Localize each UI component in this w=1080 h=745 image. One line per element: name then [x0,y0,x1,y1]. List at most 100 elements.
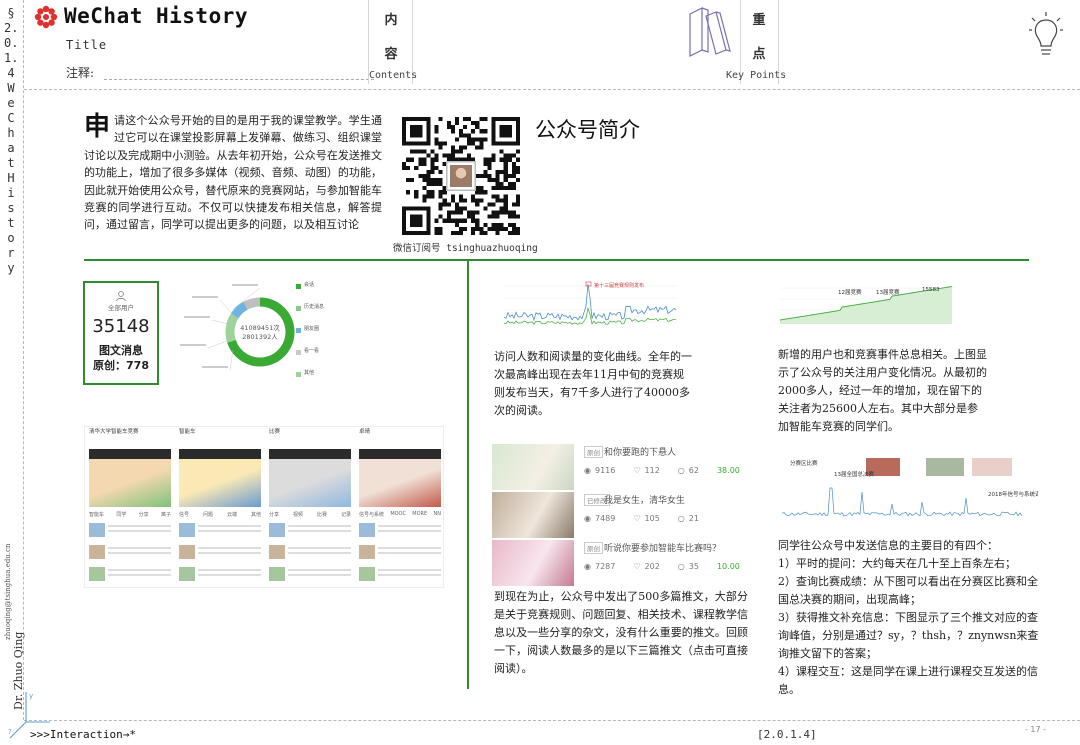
growth-annotation: 15583 [922,287,940,293]
qr-module [458,149,464,154]
menu-screenshot-banner [359,449,441,459]
qr-module [446,202,451,207]
qr-module [511,165,516,170]
qr-module [442,198,447,203]
legend-label: 历史消息 [304,304,325,310]
qr-module [495,210,500,215]
list-item [269,523,351,545]
qr-module [463,117,468,122]
menu-tab: MOOC [390,511,406,517]
qr-module [402,161,407,166]
list-item [179,523,261,545]
qr-module [430,182,435,187]
top-article-link[interactable]: 原创 和你要跑的下悬人 ◉ 9116 ♡ 112 ○ 62 38.00 [492,444,750,490]
qr-module [406,178,411,183]
qr-module [434,226,439,231]
donut-callout-text [202,366,228,368]
qr-module [434,129,439,134]
qr-module [426,178,431,183]
author-vertical: Dr. Zhuo Qing zhuoqing@tsinghua.edu.cn [2,540,25,710]
visit-trend-chart: 第十三届竞赛规则发布 [490,276,680,338]
qr-module [438,194,443,199]
qr-module [458,230,464,235]
qr-module [503,210,508,215]
qr-module [495,222,500,227]
qr-module [450,218,455,223]
qr-module [422,161,427,166]
qr-module [495,178,500,183]
menu-tab: 分享 [269,512,280,518]
event-photo [972,458,1012,476]
qr-module [511,202,516,207]
qr-module [499,149,504,154]
legend-swatch [296,350,301,355]
qr-module [458,210,464,215]
qr-module [442,153,447,158]
article-title[interactable]: 听说你要参加智能车比赛吗？ [604,541,721,554]
qr-module [487,202,492,207]
article-title[interactable]: 和你要跑的下悬人 [604,445,676,458]
footer-separator [24,720,1080,721]
qr-module [414,149,419,154]
qr-code[interactable] [402,117,520,235]
qr-module [458,129,464,134]
menu-screenshot-title: 清华大学智能车竞赛 [89,429,139,435]
list-item [179,567,261,589]
qr-module [454,218,459,223]
top-article-link[interactable]: 已修改 我是女生，清华女生 ◉ 7489 ♡ 105 ○ 21 [492,492,750,538]
qr-module [515,230,520,235]
article-stats: ◉ 9116 ♡ 112 ○ 62 38.00 [584,466,750,475]
interaction-link[interactable]: >>>Interaction→* [30,728,136,741]
list-item [269,567,351,589]
qr-module [450,157,455,162]
qr-module [507,222,512,227]
list-item-thumbnail [269,523,285,537]
qr-module [450,198,455,203]
menu-screenshot-title: 卓晴 [359,429,371,435]
qr-module [454,121,459,126]
menu-screenshot-banner [269,449,351,459]
menu-tab: 视频 [292,512,303,518]
menu-screenshot: 清华大学智能车竞赛 智能车 同学 分享 离子 [85,427,175,587]
qr-module [479,198,484,203]
qr-module [430,190,435,195]
qr-module [434,182,439,187]
menu-screenshot-tabs: 信号与系统 MOOC MORE NN [359,511,441,518]
article-cover-image [492,540,574,586]
menu-tab: 问题 [202,512,213,518]
qr-module [507,173,512,179]
like-icon: ♡ [633,466,641,475]
qr-module [454,206,459,211]
list-item-thumbnail [179,545,195,559]
qr-module [499,182,504,187]
top-article-link[interactable]: 原创 听说你要参加智能车比赛吗？ ◉ 7287 ♡ 202 ○ 35 10.00 [492,540,750,586]
legend-swatch [296,306,301,311]
qr-module [507,210,512,215]
list-item-text-placeholder [288,569,351,579]
qr-module [471,194,476,199]
growth-description: 新增的用户也和竞赛事件总息相关。上图显示了公众号的关注用户变化情况。从最初的20… [778,348,987,433]
qr-module [503,161,508,166]
list-item-thumbnail [359,545,375,559]
qr-module [475,186,480,191]
qr-module [438,141,443,146]
qr-module [479,117,484,122]
qr-module [450,125,455,130]
qr-module [483,117,488,122]
qr-module [463,226,468,231]
qr-module [507,157,512,162]
list-item [89,523,171,545]
list-item-text-placeholder [378,569,441,579]
qr-module [426,182,431,187]
legend-item: 会话 [296,282,366,304]
article-title[interactable]: 我是女生，清华女生 [604,493,685,506]
comment-count: 21 [688,514,699,523]
menu-tab: 分享 [138,512,149,518]
qr-module [446,214,451,219]
qr-module [475,125,480,130]
qr-module [458,194,464,199]
menu-tab: 离子 [160,512,171,518]
qr-module [471,157,476,162]
donut-callout-text [232,284,258,286]
qr-module [475,222,480,227]
